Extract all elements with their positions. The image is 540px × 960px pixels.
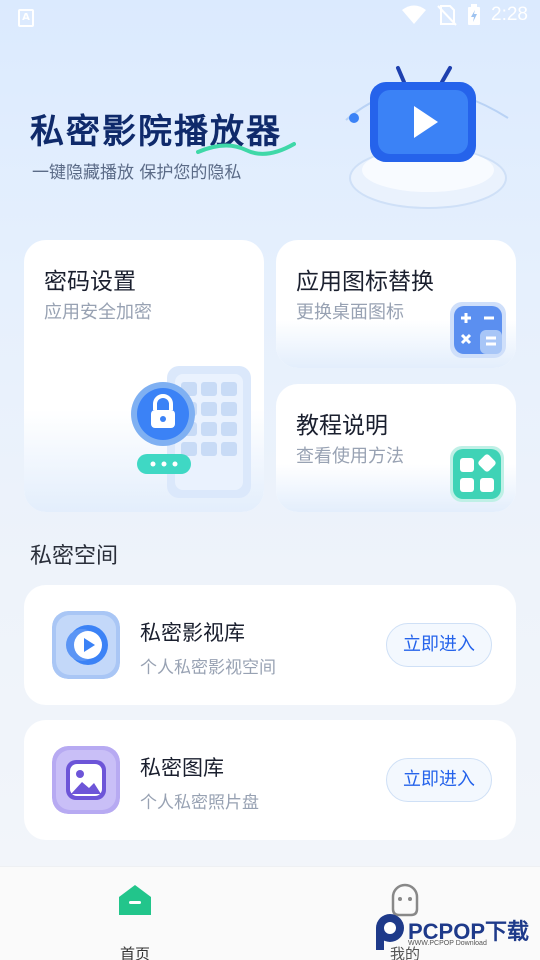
app-subtitle: 一键隐藏播放 保护您的隐私 bbox=[32, 163, 242, 183]
calculator-icon bbox=[450, 302, 506, 358]
tv-hero-illustration bbox=[345, 66, 509, 209]
nav-label-home: 首页 bbox=[119, 945, 150, 960]
list-item-title: 私密影视库 bbox=[140, 621, 245, 645]
card-title: 教程说明 bbox=[296, 413, 388, 439]
battery-charging-icon bbox=[468, 4, 481, 25]
apps-grid-icon bbox=[450, 446, 504, 502]
list-item-title: 私密图库 bbox=[140, 756, 224, 780]
nav-tab-home[interactable]: 首页 bbox=[100, 881, 170, 960]
private-space-heading: 私密空间 bbox=[30, 544, 119, 569]
home-icon bbox=[119, 885, 151, 915]
gallery-icon bbox=[52, 746, 120, 814]
app-notification-icon: A bbox=[18, 9, 34, 27]
clock: 2:28 bbox=[491, 4, 528, 25]
video-play-icon bbox=[52, 611, 120, 679]
password-settings-card[interactable]: 密码设置 应用安全加密 bbox=[24, 240, 264, 512]
pcpop-watermark: PCPOP下载 WWW.PCPOP Download bbox=[374, 912, 540, 956]
no-sim-icon bbox=[437, 5, 457, 26]
private-video-library-card[interactable]: 私密影视库 个人私密影视空间 立即进入 bbox=[24, 585, 516, 705]
tutorial-card[interactable]: 教程说明 查看使用方法 bbox=[276, 384, 516, 512]
app-icon-replace-card[interactable]: 应用图标替换 更换桌面图标 bbox=[276, 240, 516, 368]
status-icons: 2:28 bbox=[401, 4, 528, 26]
wifi-icon bbox=[402, 5, 427, 24]
card-title: 密码设置 bbox=[44, 269, 136, 295]
card-subtitle: 查看使用方法 bbox=[296, 446, 404, 467]
list-item-subtitle: 个人私密照片盘 bbox=[140, 793, 259, 813]
title-swoosh-decoration bbox=[196, 142, 296, 156]
pcpop-logo-icon bbox=[376, 914, 404, 950]
list-item-subtitle: 个人私密影视空间 bbox=[140, 658, 276, 678]
private-gallery-card[interactable]: 私密图库 个人私密照片盘 立即进入 bbox=[24, 720, 516, 840]
phone-lock-icon bbox=[131, 366, 251, 498]
enter-gallery-button[interactable]: 立即进入 bbox=[386, 758, 492, 802]
status-bar: A 2:28 bbox=[0, 0, 540, 36]
card-subtitle: 更换桌面图标 bbox=[296, 302, 404, 323]
card-title: 应用图标替换 bbox=[296, 269, 434, 295]
watermark-small-text: WWW.PCPOP Download bbox=[408, 940, 487, 947]
enter-video-library-button[interactable]: 立即进入 bbox=[386, 623, 492, 667]
card-subtitle: 应用安全加密 bbox=[44, 302, 152, 323]
